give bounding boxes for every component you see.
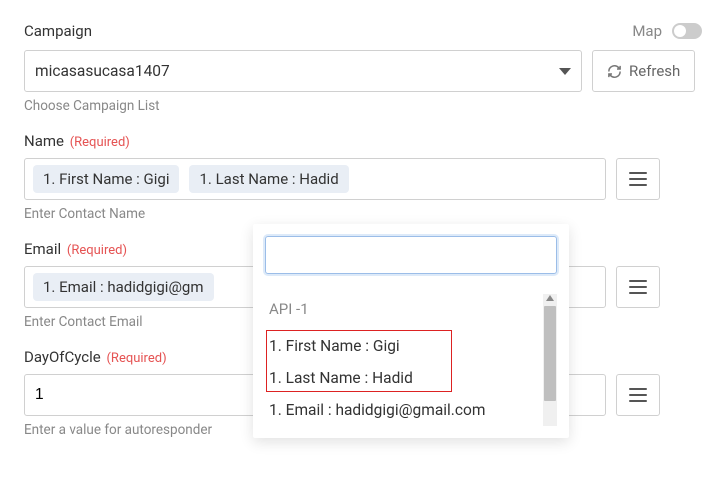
popup-item[interactable]: 1. First Name : Gigi	[269, 330, 539, 362]
menu-icon	[629, 178, 647, 181]
name-input[interactable]: 1. First Name : Gigi 1. Last Name : Hadi…	[24, 158, 606, 200]
refresh-label: Refresh	[629, 62, 680, 80]
field-picker-popup: API -1 1. First Name : Gigi 1. Last Name…	[253, 224, 569, 438]
name-required: (Required)	[70, 135, 130, 150]
campaign-label: Campaign	[24, 22, 92, 40]
email-label: Email	[24, 240, 61, 258]
popup-item[interactable]: 1. Last Name : Hadid	[269, 362, 539, 394]
email-menu-button[interactable]	[616, 266, 660, 308]
day-required: (Required)	[106, 351, 166, 366]
popup-list[interactable]: API -1 1. First Name : Gigi 1. Last Name…	[265, 300, 557, 426]
popup-group-label: API -1	[269, 300, 539, 318]
popup-scrollbar[interactable]	[543, 294, 557, 426]
day-menu-button[interactable]	[616, 374, 660, 416]
popup-item[interactable]: 1. Email : hadidgigi@gmail.com	[269, 394, 539, 426]
scroll-up-icon	[546, 295, 554, 301]
refresh-icon	[607, 64, 622, 79]
email-chip[interactable]: 1. Email : hadidgigi@gm	[33, 273, 214, 301]
name-chip[interactable]: 1. First Name : Gigi	[33, 165, 179, 193]
email-required: (Required)	[67, 243, 127, 258]
popup-search-input[interactable]	[265, 236, 557, 274]
map-toggle[interactable]	[672, 23, 702, 39]
campaign-hint: Choose Campaign List	[24, 98, 702, 114]
popup-scrollbar-thumb[interactable]	[544, 306, 556, 401]
name-menu-button[interactable]	[616, 158, 660, 200]
name-hint: Enter Contact Name	[24, 206, 702, 222]
day-label: DayOfCycle	[24, 348, 101, 366]
refresh-button[interactable]: Refresh	[592, 50, 695, 92]
name-chip[interactable]: 1. Last Name : Hadid	[189, 165, 348, 193]
campaign-select[interactable]: micasasucasa1407	[24, 50, 582, 92]
chevron-down-icon	[559, 68, 571, 75]
name-label: Name	[24, 132, 64, 150]
menu-icon	[629, 286, 647, 289]
campaign-selected-value: micasasucasa1407	[35, 62, 170, 80]
map-label: Map	[632, 22, 662, 40]
menu-icon	[629, 394, 647, 397]
